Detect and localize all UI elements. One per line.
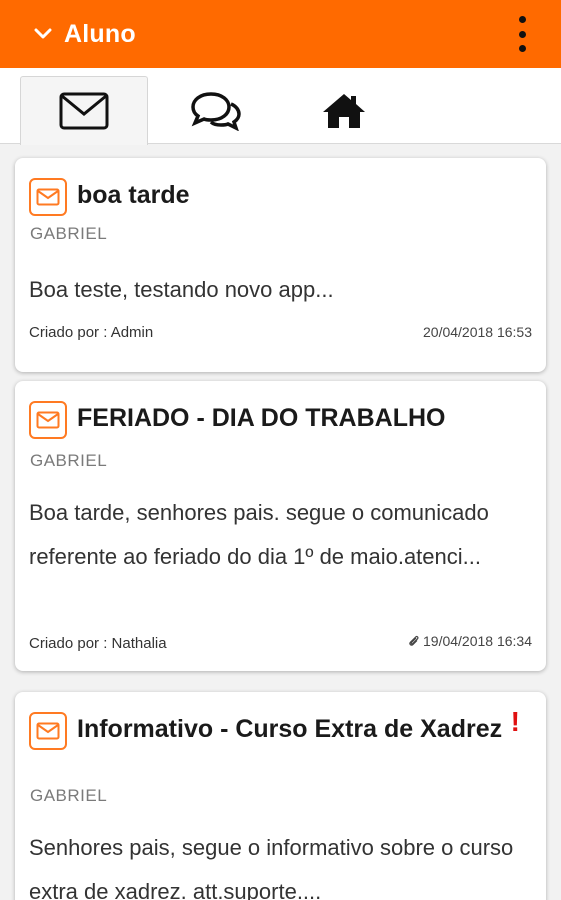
message-sender: GABRIEL — [30, 786, 108, 805]
message-date-text: 20/04/2018 16:53 — [423, 324, 532, 340]
more-vert-icon[interactable] — [511, 14, 533, 54]
mail-icon — [29, 178, 67, 216]
message-author: Criado por : Admin — [29, 324, 154, 341]
app-bar: Aluno — [0, 0, 561, 68]
page-title[interactable]: Aluno — [64, 20, 136, 49]
message-title: FERIADO - DIA DO TRABALHO — [77, 404, 446, 432]
tab-home[interactable] — [280, 76, 408, 145]
home-icon — [323, 93, 365, 128]
chat-bubbles-icon — [191, 91, 241, 131]
message-card[interactable]: FERIADO - DIA DO TRABALHO GABRIEL Boa ta… — [15, 381, 546, 671]
message-author: Criado por : Nathalia — [29, 635, 167, 652]
message-card[interactable]: boa tarde GABRIEL Boa teste, testando no… — [15, 158, 546, 372]
message-preview: Senhores pais, segue o informativo sobre… — [29, 835, 514, 900]
message-date: 19/04/2018 16:34 — [408, 633, 532, 649]
message-preview: Boa tarde, senhores pais. segue o comuni… — [29, 500, 489, 569]
mail-icon — [29, 712, 67, 750]
message-sender: GABRIEL — [30, 451, 108, 470]
important-icon: ! — [510, 706, 520, 737]
tab-chat[interactable] — [152, 76, 280, 145]
message-preview: Boa teste, testando novo app... — [29, 277, 334, 302]
message-list: boa tarde GABRIEL Boa teste, testando no… — [0, 144, 561, 900]
chevron-down-icon[interactable] — [32, 23, 54, 45]
message-date-text: 19/04/2018 16:34 — [423, 633, 532, 649]
message-title: boa tarde — [77, 181, 190, 209]
message-date: 20/04/2018 16:53 — [423, 324, 532, 340]
mail-icon — [29, 401, 67, 439]
message-card[interactable]: Informativo - Curso Extra de Xadrez ! GA… — [15, 692, 546, 900]
message-sender: GABRIEL — [30, 224, 108, 243]
tab-messages[interactable] — [20, 76, 148, 145]
envelope-icon — [59, 92, 109, 130]
paperclip-icon — [409, 635, 419, 646]
tab-bar — [0, 68, 561, 145]
message-title: Informativo - Curso Extra de Xadrez — [77, 715, 503, 743]
